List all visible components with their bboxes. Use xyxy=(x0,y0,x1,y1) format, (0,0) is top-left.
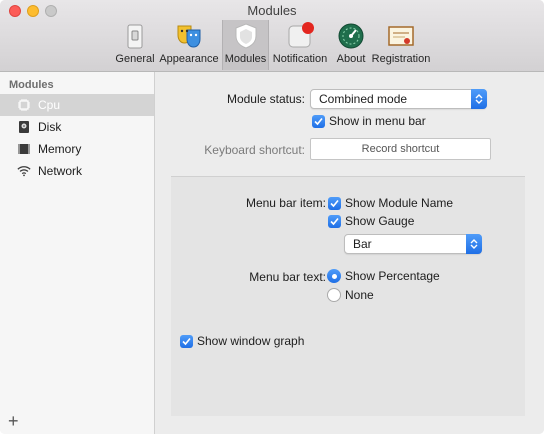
add-module-button[interactable]: + xyxy=(8,412,19,430)
memory-icon xyxy=(17,142,31,156)
gauge-icon xyxy=(337,22,365,50)
toolbar-general[interactable]: General xyxy=(114,20,156,70)
shield-icon xyxy=(232,22,260,50)
checkmark-icon xyxy=(180,334,193,348)
sidebar-item-disk[interactable]: Disk xyxy=(0,116,154,138)
wifi-icon xyxy=(17,164,31,178)
switch-icon xyxy=(121,22,149,50)
toolbar-modules[interactable]: Modules xyxy=(222,20,269,70)
sidebar-item-network[interactable]: Network xyxy=(0,160,154,182)
window-title: Modules xyxy=(247,3,297,18)
keyboard-shortcut-label: Keyboard shortcut: xyxy=(204,143,305,157)
toolbar-notification[interactable]: Notification xyxy=(271,20,329,70)
show-in-menu-bar-checkbox[interactable]: Show in menu bar xyxy=(312,114,426,128)
theater-masks-icon xyxy=(175,22,203,50)
module-status-label: Module status: xyxy=(226,92,305,106)
menu-bar-item-label: Menu bar item: xyxy=(245,196,326,210)
cpu-chip-icon xyxy=(17,98,31,112)
checkmark-icon xyxy=(328,196,341,210)
checkmark-icon xyxy=(312,114,325,128)
show-percentage-radio[interactable]: Show Percentage xyxy=(327,269,440,283)
show-gauge-checkbox[interactable]: Show Gauge xyxy=(328,214,414,228)
sidebar-header: Modules xyxy=(9,79,54,91)
chevron-updown-icon xyxy=(466,234,482,254)
module-status-select[interactable]: Combined mode xyxy=(310,89,487,109)
toolbar-registration[interactable]: Registration xyxy=(371,20,431,70)
none-radio[interactable]: None xyxy=(327,288,374,302)
toolbar-about[interactable]: About xyxy=(333,20,369,70)
toolbar: Modules General Appearance Modules Notif… xyxy=(0,0,544,72)
preferences-window: Modules General Appearance Modules Notif… xyxy=(0,0,544,434)
sidebar: Modules Cpu Disk Memory Network + xyxy=(0,72,155,434)
certificate-icon xyxy=(387,22,415,50)
disk-icon xyxy=(17,120,31,134)
gauge-type-select[interactable]: Bar xyxy=(344,234,482,254)
toolbar-appearance[interactable]: Appearance xyxy=(159,20,219,70)
settings-pane: Module status: Combined mode Show in men… xyxy=(155,72,544,434)
notification-badge-icon xyxy=(286,22,314,50)
menu-bar-text-label: Menu bar text: xyxy=(249,270,326,284)
chevron-updown-icon xyxy=(471,89,487,109)
record-shortcut-button[interactable]: Record shortcut xyxy=(310,138,491,160)
show-window-graph-checkbox[interactable]: Show window graph xyxy=(180,334,304,348)
show-module-name-checkbox[interactable]: Show Module Name xyxy=(328,196,453,210)
checkmark-icon xyxy=(328,214,341,228)
sidebar-item-memory[interactable]: Memory xyxy=(0,138,154,160)
sidebar-item-cpu[interactable]: Cpu xyxy=(0,94,154,116)
